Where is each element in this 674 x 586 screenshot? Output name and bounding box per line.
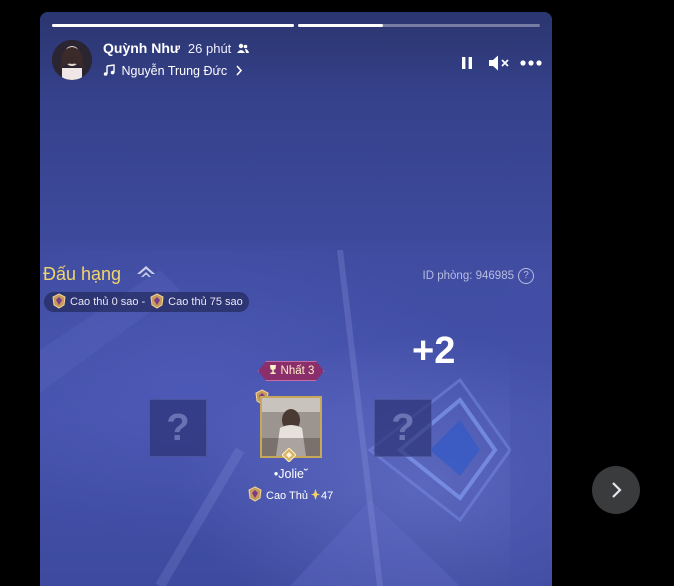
mute-button[interactable] [488, 52, 510, 74]
rank-from: Cao thủ 0 sao [70, 296, 139, 308]
extra-players-count: +2 [412, 330, 456, 372]
mute-icon [489, 55, 509, 71]
rank-to: Cao thủ 75 sao [168, 296, 243, 308]
story-progress-1 [52, 24, 294, 27]
music-link[interactable]: Nguyễn Trung Đức [103, 64, 243, 79]
story-progress-2 [298, 24, 540, 27]
author-avatar[interactable] [52, 40, 92, 80]
rank-emblem-icon [246, 486, 264, 505]
author-name[interactable]: Quỳnh Như [103, 40, 180, 56]
rank-emblem-icon [148, 292, 166, 312]
game-mode-label: Đấu hạng [43, 264, 122, 284]
top-rank-badge: Nhất 3 [258, 361, 324, 381]
help-icon: ? [518, 268, 534, 284]
rank-emblem-icon [50, 292, 68, 312]
chevron-right-icon [235, 65, 243, 79]
room-id-label: ID phòng: 946985 [422, 270, 514, 283]
empty-slot-left: ? [149, 399, 207, 457]
post-time[interactable]: 26 phút [188, 41, 231, 56]
more-options-button[interactable] [520, 52, 542, 74]
star-icon [311, 488, 320, 503]
author-info: Quỳnh Như 26 phút [103, 40, 250, 57]
pause-icon [462, 57, 472, 69]
rank-range: Cao thủ 0 sao - Cao thủ 75 sao [44, 292, 249, 312]
story-viewer: Quỳnh Như 26 phút Nguyễn Trung Đức Đấu h… [40, 12, 552, 586]
trophy-icon [268, 364, 278, 378]
music-title: Nguyễn Trung Đức [121, 64, 228, 78]
question-mark-icon: ? [166, 406, 190, 449]
rank-separator: - [141, 296, 146, 308]
player-rank-label: Cao Thủ [266, 489, 308, 502]
game-mode-title: Đấu hạng [43, 264, 156, 287]
player-stars: 47 [321, 489, 334, 502]
gem-icon [281, 447, 297, 467]
top-rank-label: Nhất 3 [280, 365, 315, 377]
room-id: ID phòng: 946985? [423, 268, 534, 284]
music-note-icon [103, 64, 115, 79]
player-rank: Cao Thủ 47 [246, 486, 333, 505]
more-icon [520, 60, 542, 66]
empty-slot-right: ? [374, 399, 432, 457]
friends-icon [237, 41, 250, 57]
player-name: •Jolie˘ [273, 467, 309, 481]
next-story-button[interactable] [592, 466, 640, 514]
pause-button[interactable] [456, 52, 478, 74]
question-mark-icon: ? [391, 406, 415, 449]
chevron-right-icon [612, 482, 622, 498]
home-icon [136, 264, 156, 287]
